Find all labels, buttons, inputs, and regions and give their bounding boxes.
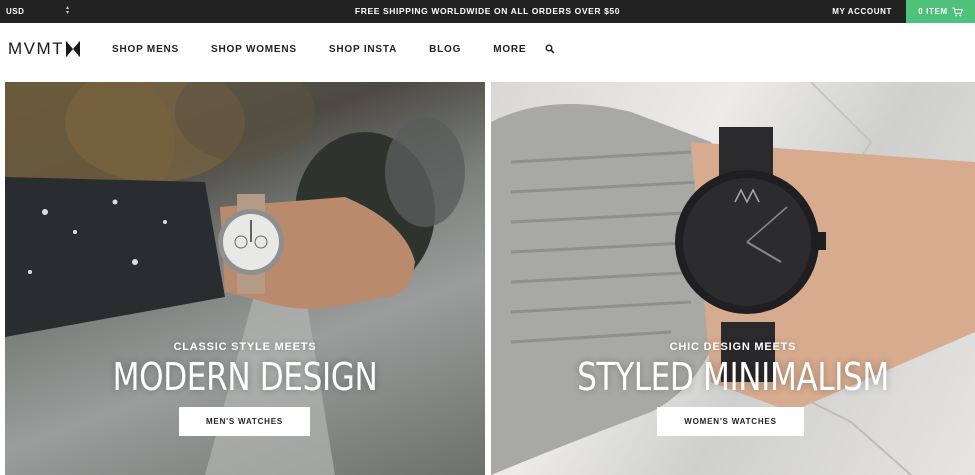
mens-watches-button[interactable]: MEN'S WATCHES <box>179 407 310 436</box>
nav-shop-mens[interactable]: SHOP MENS <box>112 44 179 55</box>
announcement-bar: USD ▴ ▾ FREE SHIPPING WORLDWIDE ON ALL OR… <box>0 0 975 23</box>
mens-caption: CLASSIC STYLE MEETS MODERN DESIGN <box>5 341 485 399</box>
mens-headline: MODERN DESIGN <box>112 355 378 399</box>
my-account-link[interactable]: MY ACCOUNT <box>832 0 892 23</box>
main-nav: MVMT SHOP MENS SHOP WOMENS SHOP INSTA BL… <box>0 23 975 76</box>
nav-shop-insta[interactable]: SHOP INSTA <box>329 44 397 55</box>
cart-icon <box>952 7 963 17</box>
womens-caption: CHIC DESIGN MEETS STYLED MINIMALISM <box>491 341 975 399</box>
nav-links: SHOP MENS SHOP WOMENS SHOP INSTA BLOG MO… <box>112 23 526 76</box>
womens-kicker: CHIC DESIGN MEETS <box>669 341 797 353</box>
nav-more[interactable]: MORE <box>493 44 526 55</box>
logo-bowtie-icon <box>66 41 81 57</box>
womens-watches-button[interactable]: WOMEN'S WATCHES <box>657 407 804 436</box>
mens-kicker: CLASSIC STYLE MEETS <box>173 341 317 353</box>
hero-panel-mens[interactable]: CLASSIC STYLE MEETS MODERN DESIGN MEN'S … <box>5 82 485 475</box>
cart-button[interactable]: 0 ITEM <box>906 0 975 23</box>
cart-label: 0 ITEM <box>918 7 948 16</box>
search-icon[interactable] <box>545 44 555 54</box>
shipping-promo: FREE SHIPPING WORLDWIDE ON ALL ORDERS OV… <box>354 6 621 16</box>
nav-shop-womens[interactable]: SHOP WOMENS <box>211 44 297 55</box>
mvmt-logo[interactable]: MVMT <box>8 39 81 58</box>
logo-text: MVMT <box>8 39 65 58</box>
womens-headline: STYLED MINIMALISM <box>577 355 889 399</box>
nav-blog[interactable]: BLOG <box>429 44 461 55</box>
hero-panel-womens[interactable]: CHIC DESIGN MEETS STYLED MINIMALISM WOME… <box>491 82 975 475</box>
